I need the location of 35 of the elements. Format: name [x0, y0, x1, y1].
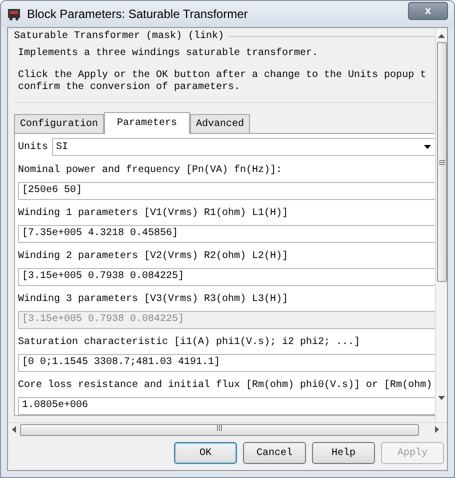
scroll-thumb[interactable] [436, 42, 446, 282]
units-dropdown[interactable]: SI [52, 138, 435, 156]
tab[interactable]: Parameters [104, 112, 190, 134]
units-label: Units [18, 142, 48, 152]
scroll-thumb[interactable] [20, 424, 419, 436]
horizontal-scrollbar[interactable] [8, 422, 447, 436]
dialog-button[interactable]: Help [312, 442, 375, 464]
block-icon [7, 7, 21, 21]
parameter-field[interactable]: 1.0805e+006 [18, 397, 435, 415]
vertical-scrollbar[interactable] [435, 28, 447, 422]
tab[interactable]: Configuration [14, 114, 104, 133]
grip-icon [438, 160, 444, 164]
dialog-button[interactable]: Cancel [243, 442, 306, 464]
parameter-field[interactable]: [7.35e+005 4.3218 0.45856] [18, 225, 435, 243]
note-text: Click the Apply or the OK button after a change to the Units popup t confirm the conversion of parameters. [18, 70, 428, 94]
group-title: Saturable Transformer (mask) (link) [14, 31, 228, 42]
dropdown-arrow-icon [424, 145, 431, 149]
scroll-down-icon[interactable] [438, 396, 445, 400]
dialog-button[interactable]: OK [174, 442, 237, 464]
tab[interactable]: Advanced [190, 114, 250, 133]
parameter-label: Core loss resistance and initial flux [Rm(ohm) phi0(V.s)] or [Rm(ohm) [18, 380, 434, 392]
parameter-field[interactable]: [250e6 50] [18, 182, 435, 200]
parameter-label: Nominal power and frequency [Pn(VA) fn(Hz)]: [18, 165, 284, 177]
parameter-label: Saturation characteristic [i1(A) phi1(V.s); i2 phi2; ...] [18, 337, 362, 349]
window-title: Block Parameters: Saturable Transformer [27, 7, 249, 21]
grip-icon [217, 424, 222, 430]
scroll-up-icon[interactable] [438, 34, 445, 38]
parameter-label: Winding 3 parameters [V3(Vrms) R3(ohm) L3(H)] [18, 294, 290, 306]
scroll-left-icon[interactable] [12, 426, 16, 433]
parameter-label: Winding 1 parameters [V1(Vrms) R1(ohm) L1(H)] [18, 208, 290, 220]
parameter-field[interactable]: [0 0;1.1545 3308.7;481.03 4191.1] [18, 354, 435, 372]
parameter-field[interactable]: [3.15e+005 0.7938 0.084225] [18, 268, 435, 286]
scroll-right-icon[interactable] [435, 426, 439, 433]
description-text: Implements a three windings saturable transformer. [18, 48, 320, 59]
parameter-label: Winding 2 parameters [V2(Vrms) R2(ohm) L2(H)] [18, 251, 290, 263]
